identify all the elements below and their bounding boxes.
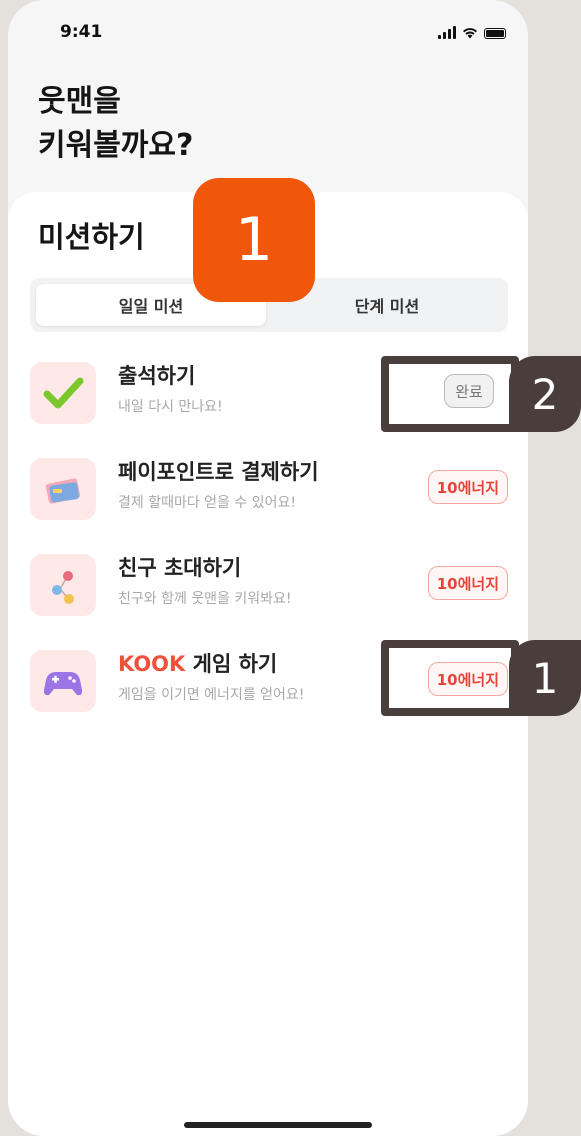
wifi-icon <box>463 28 477 39</box>
mission-subtitle: 내일 다시 만나요! <box>118 399 223 415</box>
mission-subtitle: 친구와 함께 웃맨을 키워봐요! <box>118 591 292 607</box>
signal-icon <box>438 26 456 39</box>
mission-subtitle: 게임을 이기면 에너지를 얻어요! <box>118 687 305 703</box>
mission-title: 출석하기 <box>118 364 196 388</box>
kook-brand-text: KOOK <box>118 652 186 676</box>
mission-item-paypoint: 페이포인트로 결제하기 결제 할때마다 얻을 수 있어요! 10에너지 <box>30 452 508 522</box>
headline-line-1: 웃맨을 <box>38 84 121 119</box>
checkmark-icon <box>30 362 96 424</box>
mission-item-invite-friend: 친구 초대하기 친구와 함께 웃맨을 키워봐요! 10에너지 <box>30 548 508 618</box>
status-time: 9:41 <box>60 22 103 42</box>
status-icons <box>438 26 506 39</box>
mission-title: KOOK 게임 하기 <box>118 648 277 678</box>
home-indicator <box>184 1122 372 1128</box>
phone-screen: 9:41 웃맨을 키워볼까요? 미션하기 일일 미션 단계 미션 출석하기 내일… <box>8 0 528 1136</box>
energy-reward-button[interactable]: 10에너지 <box>427 470 508 504</box>
battery-icon <box>484 28 506 39</box>
game-controller-icon <box>30 650 96 712</box>
annotation-highlight-box-game <box>381 640 519 716</box>
page-headline: 웃맨을 키워볼까요? <box>38 80 193 168</box>
mission-title: 페이포인트로 결제하기 <box>118 460 319 484</box>
annotation-number-done: 2 <box>509 356 581 432</box>
credit-card-icon <box>30 458 96 520</box>
mission-title: 친구 초대하기 <box>118 556 242 580</box>
annotation-number-game: 1 <box>509 640 581 716</box>
annotation-highlight-box-done <box>381 356 519 432</box>
mission-subtitle: 결제 할때마다 얻을 수 있어요! <box>118 495 296 511</box>
mission-section-title: 미션하기 <box>38 220 145 254</box>
status-bar: 9:41 <box>8 22 528 48</box>
headline-line-2: 키워볼까요? <box>38 128 194 163</box>
mission-title-rest: 게임 하기 <box>185 652 278 676</box>
energy-reward-button[interactable]: 10에너지 <box>427 566 508 600</box>
annotation-marker-title: 1 <box>193 178 315 302</box>
friends-icon <box>30 554 96 616</box>
